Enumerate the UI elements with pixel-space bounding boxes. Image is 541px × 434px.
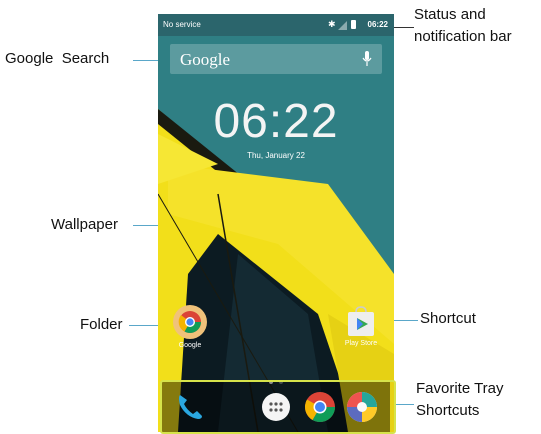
- shortcut-label: Play Store: [344, 340, 378, 347]
- callout-favorite-tray: Favorite Tray Shortcuts: [416, 380, 504, 419]
- callout-status-bar: Status and notification bar: [414, 6, 512, 45]
- callout-shortcut: Shortcut: [420, 310, 476, 327]
- chrome-folder-icon: [173, 305, 207, 339]
- clock-widget[interactable]: 06:22: [158, 94, 394, 149]
- folder-google[interactable]: Google: [172, 304, 208, 349]
- status-time: 06:22: [367, 20, 388, 29]
- battery-icon: [351, 20, 356, 29]
- status-bar[interactable]: No service ✱ 06:22: [158, 14, 394, 36]
- bluetooth-icon: ✱: [328, 19, 336, 29]
- shortcut-play-store[interactable]: Play Store: [341, 306, 381, 347]
- callout-wallpaper: Wallpaper: [51, 216, 118, 233]
- signal-icon: [338, 21, 347, 30]
- tray-highlight: [160, 380, 396, 434]
- mic-icon[interactable]: [362, 51, 372, 67]
- callout-google-search: Google Search: [5, 50, 110, 67]
- phone-screen: No service ✱ 06:22 Google 06:22 Thu, Jan…: [158, 14, 394, 432]
- google-search-bar[interactable]: Google: [170, 44, 382, 74]
- folder-label: Google: [178, 342, 202, 349]
- clock-date: Thu, January 22: [247, 151, 305, 160]
- carrier-text: No service: [163, 20, 201, 29]
- wallpaper: [158, 14, 394, 432]
- play-store-icon: [348, 306, 374, 336]
- callout-folder: Folder: [80, 316, 123, 333]
- google-logo: Google: [180, 50, 231, 69]
